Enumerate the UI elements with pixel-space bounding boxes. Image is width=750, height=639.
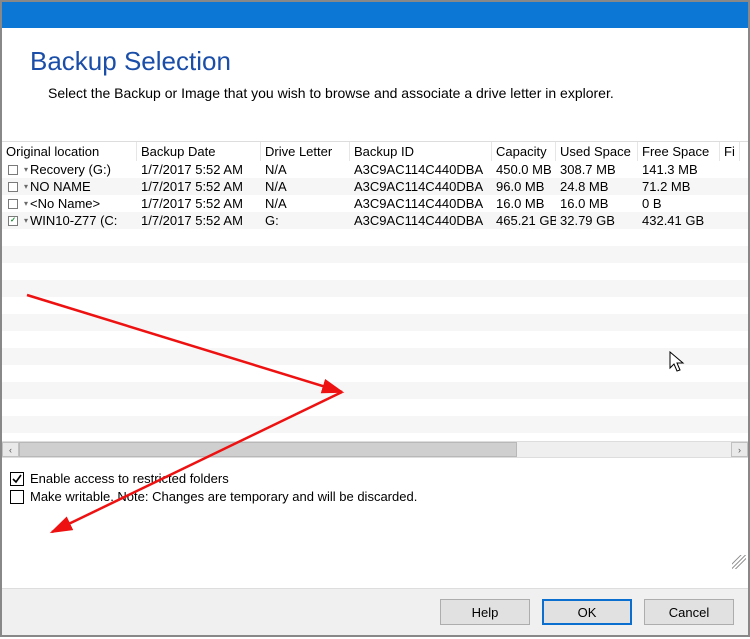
col-free-space[interactable]: Free Space [638, 142, 720, 161]
cell-id: A3C9AC114C440DBA [350, 162, 492, 177]
cell-location: NO NAME [30, 179, 91, 194]
backup-list: Original location Backup Date Drive Lett… [2, 141, 748, 458]
horizontal-scrollbar[interactable]: ‹ › [2, 441, 748, 458]
cell-free: 71.2 MB [638, 179, 720, 194]
table-row [2, 416, 748, 433]
cell-free: 432.41 GB [638, 213, 720, 228]
cell-used: 308.7 MB [556, 162, 638, 177]
cell-location: <No Name> [30, 196, 100, 211]
cell-date: 1/7/2017 5:52 AM [137, 196, 261, 211]
col-fi[interactable]: Fi [720, 142, 740, 161]
scroll-thumb[interactable] [19, 442, 517, 457]
cell-letter: N/A [261, 179, 350, 194]
scroll-right-button[interactable]: › [731, 442, 748, 457]
table-row [2, 280, 748, 297]
col-backup-id[interactable]: Backup ID [350, 142, 492, 161]
window-titlebar [2, 2, 748, 28]
cell-used: 32.79 GB [556, 213, 638, 228]
row-checkbox[interactable] [8, 165, 18, 175]
cancel-button[interactable]: Cancel [644, 599, 734, 625]
table-row [2, 348, 748, 365]
cell-date: 1/7/2017 5:52 AM [137, 179, 261, 194]
cell-date: 1/7/2017 5:52 AM [137, 162, 261, 177]
cell-used: 24.8 MB [556, 179, 638, 194]
cell-cap: 450.0 MB [492, 162, 556, 177]
cell-date: 1/7/2017 5:52 AM [137, 213, 261, 228]
tree-toggle-icon[interactable]: ▾ [24, 165, 28, 174]
col-capacity[interactable]: Capacity [492, 142, 556, 161]
row-checkbox[interactable] [8, 199, 18, 209]
table-row[interactable]: ▾Recovery (G:) 1/7/2017 5:52 AMN/AA3C9AC1… [2, 161, 748, 178]
table-row[interactable]: ▾NO NAME 1/7/2017 5:52 AMN/AA3C9AC114C440… [2, 178, 748, 195]
table-row[interactable]: ✓ ▾WIN10-Z77 (C: 1/7/2017 5:52 AMG:A3C9AC1… [2, 212, 748, 229]
table-row [2, 229, 748, 246]
row-checkbox[interactable]: ✓ [8, 216, 18, 226]
col-backup-date[interactable]: Backup Date [137, 142, 261, 161]
page-description: Select the Backup or Image that you wish… [48, 85, 720, 101]
table-row [2, 314, 748, 331]
cell-id: A3C9AC114C440DBA [350, 213, 492, 228]
cell-free: 141.3 MB [638, 162, 720, 177]
options-area: Enable access to restricted folders Make… [2, 458, 748, 513]
table-row [2, 365, 748, 382]
col-used-space[interactable]: Used Space [556, 142, 638, 161]
table-row [2, 263, 748, 280]
restricted-folders-option[interactable]: Enable access to restricted folders [10, 471, 740, 486]
ok-button[interactable]: OK [542, 599, 632, 625]
cell-cap: 96.0 MB [492, 179, 556, 194]
table-row [2, 297, 748, 314]
cell-letter: N/A [261, 196, 350, 211]
table-row [2, 399, 748, 416]
cell-location: WIN10-Z77 (C: [30, 213, 117, 228]
table-row [2, 246, 748, 263]
cell-letter: N/A [261, 162, 350, 177]
page-title: Backup Selection [30, 46, 720, 77]
make-writable-option[interactable]: Make writable. Note: Changes are tempora… [10, 489, 740, 504]
cell-used: 16.0 MB [556, 196, 638, 211]
restricted-checkbox[interactable] [10, 472, 24, 486]
scroll-left-button[interactable]: ‹ [2, 442, 19, 457]
table-row[interactable]: ▾<No Name> 1/7/2017 5:52 AMN/AA3C9AC114C4… [2, 195, 748, 212]
table-row [2, 382, 748, 399]
table-row [2, 331, 748, 348]
cell-id: A3C9AC114C440DBA [350, 196, 492, 211]
scroll-track[interactable] [19, 442, 731, 457]
column-headers[interactable]: Original location Backup Date Drive Lett… [2, 142, 748, 161]
col-original-location[interactable]: Original location [2, 142, 137, 161]
col-drive-letter[interactable]: Drive Letter [261, 142, 350, 161]
cell-location: Recovery (G:) [30, 162, 111, 177]
table-body: ▾Recovery (G:)1/7/2017 5:52 AMN/AA3C9AC1… [2, 161, 748, 441]
button-bar: Help OK Cancel [2, 588, 748, 635]
cell-id: A3C9AC114C440DBA [350, 179, 492, 194]
resize-grip-icon[interactable] [732, 555, 746, 569]
header: Backup Selection Select the Backup or Im… [2, 28, 748, 141]
cell-free: 0 B [638, 196, 720, 211]
writable-checkbox[interactable] [10, 490, 24, 504]
tree-toggle-icon[interactable]: ▾ [24, 216, 28, 225]
help-button[interactable]: Help [440, 599, 530, 625]
restricted-label: Enable access to restricted folders [30, 471, 229, 486]
writable-label: Make writable. Note: Changes are tempora… [30, 489, 417, 504]
tree-toggle-icon[interactable]: ▾ [24, 199, 28, 208]
cell-cap: 16.0 MB [492, 196, 556, 211]
cell-letter: G: [261, 213, 350, 228]
tree-toggle-icon[interactable]: ▾ [24, 182, 28, 191]
row-checkbox[interactable] [8, 182, 18, 192]
cell-cap: 465.21 GB [492, 213, 556, 228]
